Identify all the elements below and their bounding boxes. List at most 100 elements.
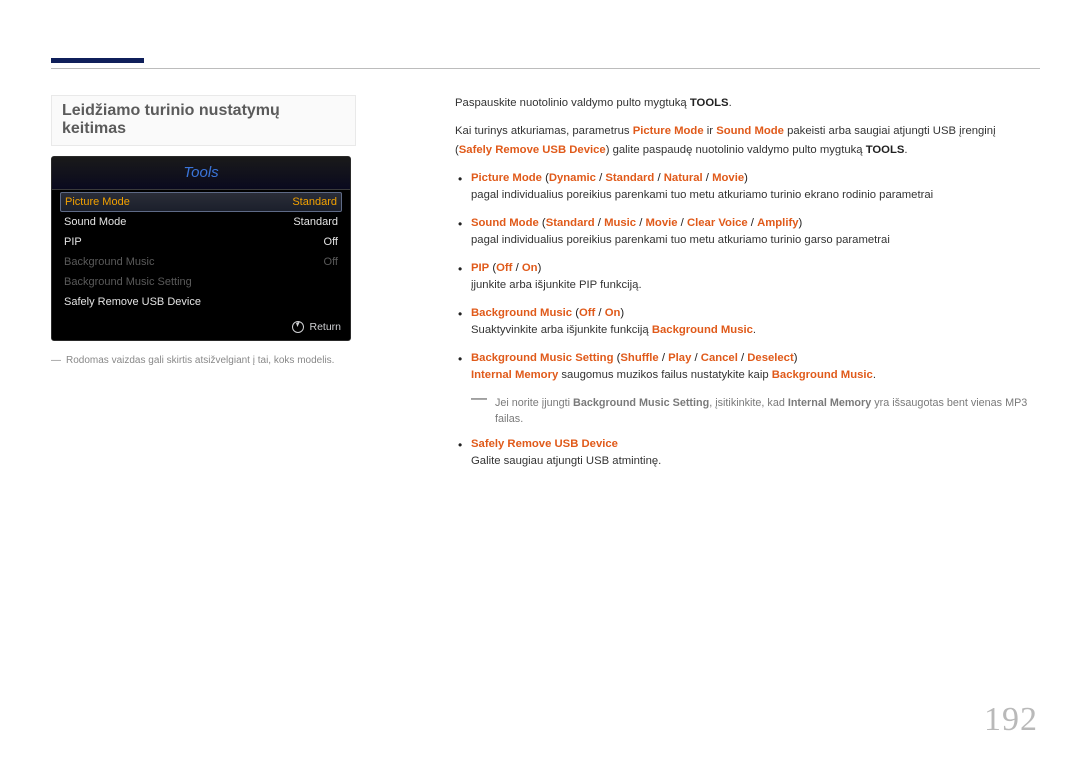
text: ( [542, 172, 549, 184]
text: Sound Mode [471, 217, 539, 229]
text: / [512, 262, 521, 274]
text: TOOLS [866, 144, 905, 156]
text: Sound Mode [716, 125, 784, 137]
text: Safely Remove USB Device [459, 144, 606, 156]
bullet-sub: Internal Memory saugomus muzikos failus … [471, 367, 1041, 385]
text: Off [579, 307, 595, 319]
footnote-dash: ― [51, 355, 61, 366]
text: ( [539, 217, 546, 229]
tv-menu-row-background-music: Background Music Off [60, 252, 342, 272]
tv-menu-label: PIP [64, 236, 82, 248]
intro-line-3: (Safely Remove USB Device) galite paspau… [455, 142, 1041, 160]
text: Picture Mode [471, 172, 542, 184]
text: Background Music Setting [573, 397, 709, 409]
tv-menu-value: Standard [293, 216, 338, 228]
text: Off [496, 262, 512, 274]
text: Internal Memory [471, 369, 558, 381]
tv-menu-row-background-music-setting: Background Music Setting [60, 272, 342, 292]
text: . [873, 369, 876, 381]
text: ) [744, 172, 748, 184]
text: . [753, 324, 756, 336]
tv-menu-row-picture-mode[interactable]: Picture Mode Standard [60, 192, 342, 212]
text: On [605, 307, 621, 319]
text: Cancel [701, 352, 738, 364]
text: / [595, 307, 604, 319]
text: ) [538, 262, 542, 274]
intro-line-2: Kai turinys atkuriamas, parametrus Pictu… [455, 123, 1041, 141]
bullet-sub: pagal individualius poreikius parenkami … [471, 187, 1041, 205]
feature-list: Picture Mode (Dynamic / Standard / Natur… [455, 170, 1041, 385]
bullet-sound-mode: Sound Mode (Standard / Music / Movie / C… [455, 215, 1041, 250]
page-number: 192 [984, 701, 1038, 739]
document-page: Leidžiamo turinio nustatymų keitimas Too… [0, 0, 1080, 763]
left-column: Leidžiamo turinio nustatymų keitimas Too… [51, 95, 431, 481]
return-icon [292, 321, 304, 333]
text: ) galite paspaudę nuotolinio valdymo pul… [606, 144, 866, 156]
text: Internal Memory [788, 397, 871, 409]
text: Jei norite įjungti [495, 397, 573, 409]
tv-menu-row-sound-mode[interactable]: Sound Mode Standard [60, 212, 342, 232]
text: Picture Mode [633, 125, 704, 137]
tv-menu-label: Background Music Setting [64, 276, 192, 288]
text: Standard [546, 217, 595, 229]
text: TOOLS [690, 97, 729, 109]
bullet-safely-remove-usb: Safely Remove USB Device Galite saugiau … [455, 436, 1041, 471]
text: , įsitikinkite, kad [709, 397, 788, 409]
note-dash: ― [471, 393, 487, 426]
tv-panel-footer: Return [52, 316, 350, 340]
text: . [904, 144, 907, 156]
text: / [596, 172, 605, 184]
text: / [691, 352, 700, 364]
text: Background Music [772, 369, 873, 381]
text: / [595, 217, 604, 229]
tv-tools-panel: Tools Picture Mode Standard Sound Mode S… [51, 156, 351, 341]
text: / [654, 172, 663, 184]
text: / [703, 172, 712, 184]
text: ) [799, 217, 803, 229]
text: ) [620, 307, 624, 319]
text: ) [794, 352, 798, 364]
text: / [659, 352, 668, 364]
tv-menu-value: Off [324, 236, 338, 248]
text: Paspauskite nuotolinio valdymo pulto myg… [455, 97, 690, 109]
text: / [636, 217, 645, 229]
text: Play [668, 352, 691, 364]
footnote-text: Rodomas vaizdas gali skirtis atsižvelgia… [66, 355, 334, 366]
text: Dynamic [549, 172, 596, 184]
note-text: Jei norite įjungti Background Music Sett… [495, 395, 1041, 428]
tv-menu-row-safely-remove-usb[interactable]: Safely Remove USB Device [60, 292, 342, 312]
text: Clear Voice [687, 217, 748, 229]
text: Natural [664, 172, 703, 184]
text: . [729, 97, 732, 109]
text: ( [572, 307, 579, 319]
bullet-picture-mode: Picture Mode (Dynamic / Standard / Natur… [455, 170, 1041, 205]
header-rule [51, 68, 1040, 69]
text: Amplify [757, 217, 798, 229]
tv-menu-label: Picture Mode [65, 196, 130, 208]
text: Background Music [471, 307, 572, 319]
text: / [678, 217, 687, 229]
tv-menu-label: Background Music [64, 256, 155, 268]
tv-menu-value: Off [324, 256, 338, 268]
text: Background Music Setting [471, 352, 613, 364]
section-title: Leidžiamo turinio nustatymų keitimas [51, 95, 356, 146]
right-column: Paspauskite nuotolinio valdymo pulto myg… [431, 95, 1041, 481]
text: Movie [646, 217, 678, 229]
text: Music [604, 217, 636, 229]
bullet-sub: įjunkite arba išjunkite PIP funkciją. [471, 277, 1041, 295]
text: pakeisti arba saugiai atjungti USB įreng… [784, 125, 996, 137]
bullet-background-music: Background Music (Off / On) Suaktyvinkit… [455, 305, 1041, 340]
tv-menu-row-pip[interactable]: PIP Off [60, 232, 342, 252]
text: Deselect [747, 352, 793, 364]
left-footnote: ― Rodomas vaizdas gali skirtis atsižvelg… [51, 355, 431, 366]
text: Suaktyvinkite arba išjunkite funkciją [471, 324, 652, 336]
text: Movie [712, 172, 744, 184]
content-columns: Leidžiamo turinio nustatymų keitimas Too… [51, 95, 1041, 481]
text: Background Music [652, 324, 753, 336]
text: Shuffle [620, 352, 658, 364]
tv-menu-label: Sound Mode [64, 216, 126, 228]
tv-menu-label: Safely Remove USB Device [64, 296, 201, 308]
return-label[interactable]: Return [309, 321, 341, 333]
text: / [748, 217, 757, 229]
text: PIP [471, 262, 489, 274]
